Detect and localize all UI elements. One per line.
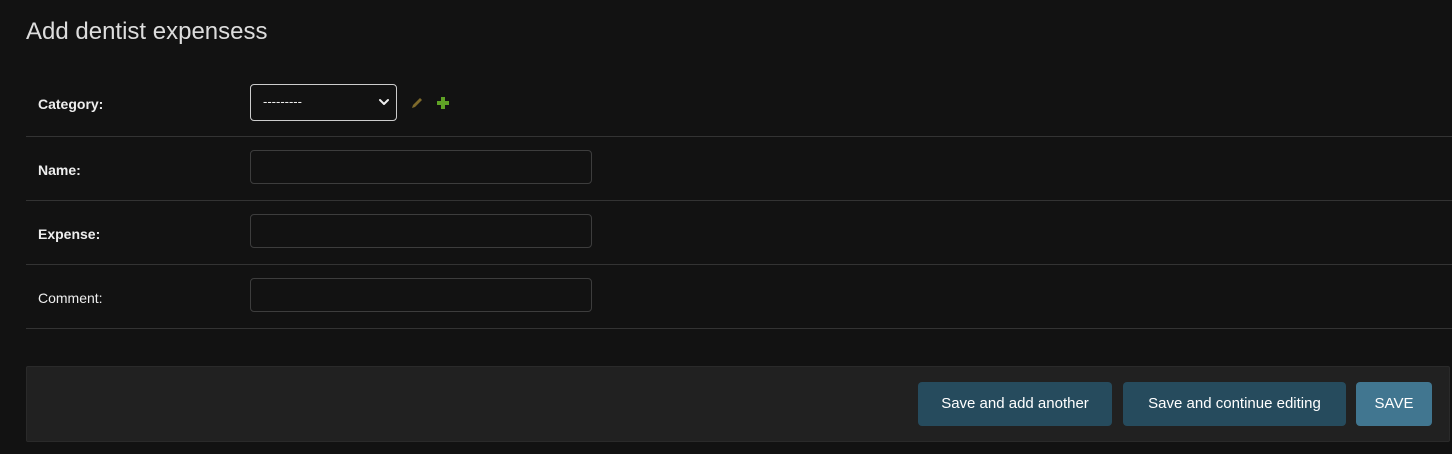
save-and-add-another-button[interactable]: Save and add another: [918, 382, 1112, 426]
category-select[interactable]: ---------: [250, 84, 397, 121]
add-form-page: Add dentist expensess Category: --------…: [0, 0, 1452, 454]
page-title: Add dentist expensess: [26, 18, 268, 45]
expense-form: Category: --------- Name: Expense: Comme…: [26, 71, 1452, 329]
form-row-expense: Expense:: [26, 201, 1452, 265]
form-row-comment: Comment:: [26, 265, 1452, 329]
save-and-continue-button[interactable]: Save and continue editing: [1123, 382, 1346, 426]
pencil-icon[interactable]: [410, 96, 424, 110]
expense-label: Expense:: [38, 226, 101, 242]
comment-input[interactable]: [250, 278, 592, 312]
plus-icon[interactable]: [436, 96, 450, 110]
save-button[interactable]: SAVE: [1356, 382, 1432, 426]
expense-input[interactable]: [250, 214, 592, 248]
name-input[interactable]: [250, 150, 592, 184]
category-select-value: ---------: [263, 94, 302, 109]
name-label: Name:: [38, 162, 81, 178]
category-label: Category:: [38, 96, 104, 112]
comment-label: Comment:: [38, 290, 103, 306]
submit-row: Save and add another Save and continue e…: [26, 366, 1450, 442]
form-row-category: Category: ---------: [26, 71, 1452, 137]
form-row-name: Name:: [26, 137, 1452, 201]
chevron-down-icon: [379, 99, 389, 105]
